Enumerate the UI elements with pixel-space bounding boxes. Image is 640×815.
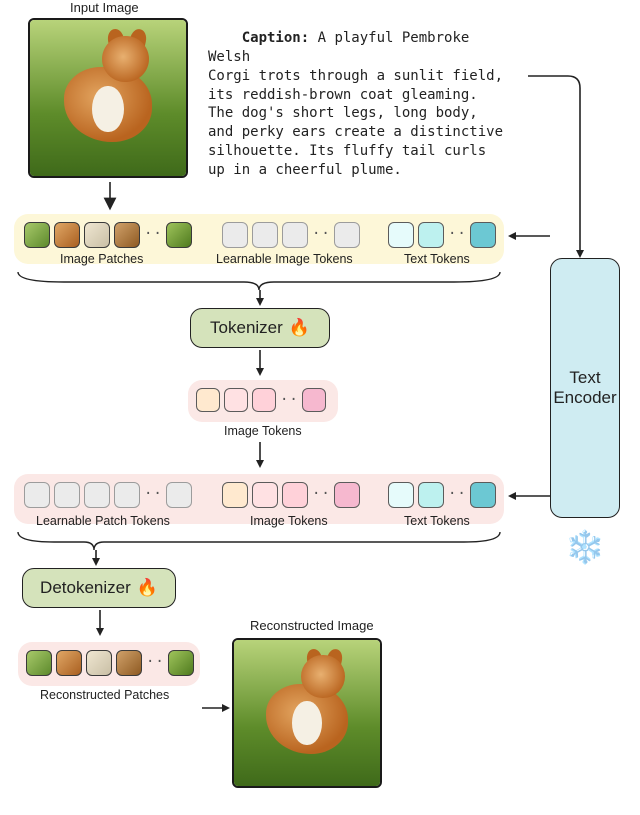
learnable-patch-token [166,482,192,508]
patch-token [114,222,140,248]
arrow-imgtok-to-row2 [252,442,268,470]
reconstructed-patch [86,650,112,676]
snowflake-icon: ❄️ [564,526,606,568]
learnable-img-token [334,222,360,248]
learnable-img-token [252,222,278,248]
arrow-row2-to-detokenizer [88,550,104,568]
image-token [302,388,326,412]
reconstructed-image-title: Reconstructed Image [250,618,374,633]
reconstructed-image-content [234,640,380,786]
caption-text: A playful Pembroke Welsh Corgi trots thr… [208,30,503,178]
text-token [388,482,414,508]
tokenizer-block: Tokenizer 🔥 [190,308,330,348]
image-patches-label: Image Patches [60,252,143,266]
text-token [418,222,444,248]
arrow-detok-to-patches [92,610,108,638]
image-token [334,482,360,508]
reconstructed-image [232,638,382,788]
reconstructed-patch [26,650,52,676]
caption-label: Caption: [242,30,309,46]
learnable-img-token [222,222,248,248]
detokenizer-label: Detokenizer [40,578,131,598]
arrow-patches-to-recon [202,700,232,716]
image-tokens-2-label: Image Tokens [250,514,328,528]
text-token [418,482,444,508]
patch-token [54,222,80,248]
patch-token [166,222,192,248]
input-image-content [30,20,186,176]
arrow-textenc-to-row1 [506,228,552,244]
arrow-textenc-to-row2 [506,488,552,504]
learnable-patch-token [114,482,140,508]
image-token [282,482,308,508]
image-token [252,482,278,508]
learnable-patch-token [24,482,50,508]
diagram-stage: Input Image Caption: A playful Pembroke … [0,0,640,815]
image-token [196,388,220,412]
caption-block: Caption: A playful Pembroke Welsh Corgi … [208,10,518,199]
patch-token [84,222,110,248]
learnable-patch-token [84,482,110,508]
input-image [28,18,188,178]
image-token [222,482,248,508]
reconstructed-patches-label: Reconstructed Patches [40,688,169,702]
text-token [388,222,414,248]
image-tokens-label: Image Tokens [224,424,302,438]
learnable-patch-token [54,482,80,508]
learnable-patch-tokens-label: Learnable Patch Tokens [36,514,170,528]
text-tokens-2-label: Text Tokens [404,514,470,528]
fire-icon: 🔥 [289,318,310,338]
input-image-title: Input Image [70,0,139,15]
learnable-img-token [282,222,308,248]
reconstructed-patch [168,650,194,676]
detokenizer-block: Detokenizer 🔥 [22,568,176,608]
arrow-input-to-row1 [102,182,118,212]
arrow-tokenizer-to-imgtok [252,350,268,378]
text-token [470,482,496,508]
image-token [224,388,248,412]
text-encoder-label: Text Encoder [553,368,616,408]
tokenizer-label: Tokenizer [210,318,283,338]
text-token [470,222,496,248]
arrow-row1-to-tokenizer [252,290,268,308]
image-token [252,388,276,412]
learnable-image-tokens-label: Learnable Image Tokens [216,252,353,266]
text-encoder-block: Text Encoder [550,258,620,518]
reconstructed-patch [56,650,82,676]
text-tokens-label: Text Tokens [404,252,470,266]
patch-token [24,222,50,248]
reconstructed-patch [116,650,142,676]
fire-icon: 🔥 [137,578,158,598]
